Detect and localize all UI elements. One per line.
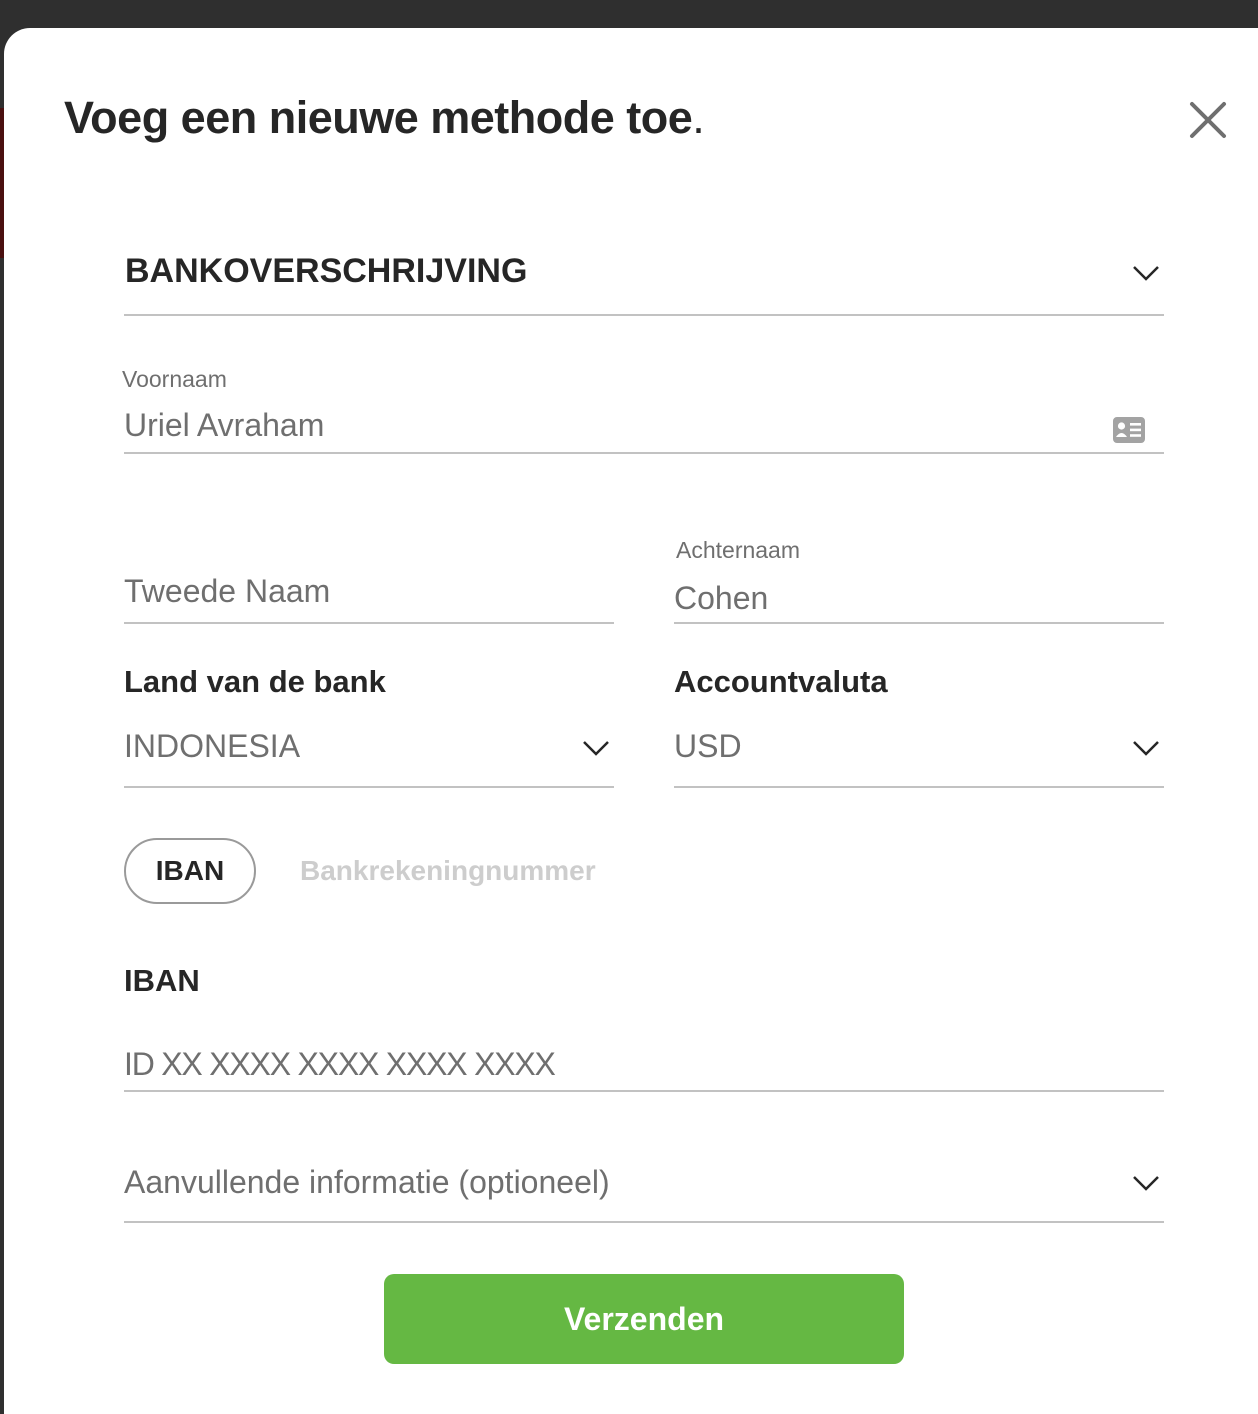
last-name-label: Achternaam [676, 537, 801, 563]
submit-button[interactable]: Verzenden [384, 1274, 904, 1364]
middle-name-field[interactable]: Tweede Naam [124, 570, 614, 624]
tab-iban[interactable]: IBAN [124, 838, 256, 904]
account-currency-value: USD [674, 728, 742, 764]
account-currency-label: Accountvaluta [674, 664, 888, 699]
chevron-down-icon [1133, 1176, 1159, 1191]
iban-label: IBAN [124, 963, 200, 998]
account-currency-select[interactable]: USD [674, 722, 1164, 788]
add-method-modal: Voeg een nieuwe methode toe. BANKOVERSCH… [4, 28, 1258, 1414]
bank-country-select[interactable]: INDONESIA [124, 722, 614, 788]
modal-title: Voeg een nieuwe methode toe. [64, 92, 705, 143]
additional-info-toggle[interactable]: Aanvullende informatie (optioneel) [124, 1158, 1164, 1223]
bank-country-value: INDONESIA [124, 728, 301, 764]
id-card-icon[interactable] [1112, 416, 1146, 444]
additional-info-label: Aanvullende informatie (optioneel) [124, 1164, 610, 1200]
first-name-label: Voornaam [122, 366, 227, 392]
payment-method-value: BANKOVERSCHRIJVING [125, 252, 528, 290]
chevron-down-icon [1133, 741, 1159, 756]
last-name-value: Cohen [674, 580, 769, 616]
first-name-field[interactable]: Uriel Avraham [124, 404, 1164, 454]
last-name-field[interactable]: Cohen [674, 574, 1164, 624]
payment-method-select[interactable]: BANKOVERSCHRIJVING [124, 238, 1164, 316]
middle-name-placeholder: Tweede Naam [124, 573, 331, 609]
tab-bank-account-number[interactable]: Bankrekeningnummer [300, 855, 596, 887]
chevron-down-icon [1133, 266, 1159, 281]
iban-placeholder: ID XX XXXX XXXX XXXX XXXX [124, 1046, 556, 1082]
chevron-down-icon [583, 741, 609, 756]
iban-input[interactable]: ID XX XXXX XXXX XXXX XXXX [124, 1038, 1164, 1092]
first-name-value: Uriel Avraham [124, 407, 325, 443]
bank-country-label: Land van de bank [124, 664, 386, 699]
close-icon[interactable] [1186, 98, 1230, 142]
